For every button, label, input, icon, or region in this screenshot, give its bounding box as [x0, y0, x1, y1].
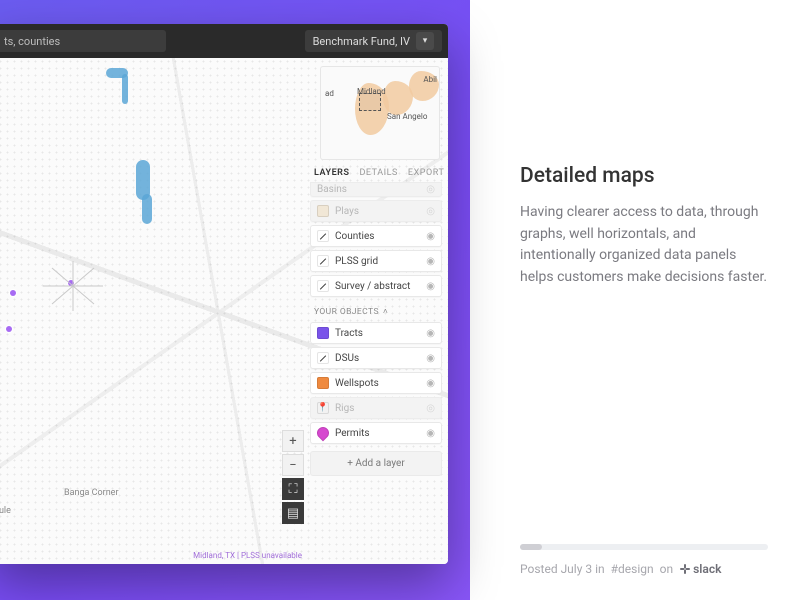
map-place-label: Tule [0, 506, 11, 516]
eye-icon[interactable]: ◉ [426, 256, 435, 267]
well-dot [10, 290, 16, 296]
article-footer: Posted July 3 in #design on slack [520, 544, 768, 576]
search-placeholder: ts, counties [4, 35, 60, 48]
layer-label: Tracts [335, 328, 363, 339]
water-shape [122, 74, 128, 104]
layer-label: Permits [335, 428, 370, 439]
map-canvas[interactable]: Banga Corner Tule ad Midland Abil San An… [0, 58, 448, 564]
panel-tabs: LAYERS DETAILS EXPORT [310, 166, 442, 182]
slack-logo[interactable]: slack [679, 562, 721, 576]
layers-panel: LAYERS DETAILS EXPORT Basins ◎ Plays ◎ [310, 166, 442, 556]
search-input[interactable]: ts, counties [0, 30, 166, 52]
app-main: Banga Corner Tule ad Midland Abil San An… [0, 58, 448, 564]
map-status-footer: Midland, TX | PLSS unavailable [193, 551, 302, 560]
slack-icon [679, 563, 691, 575]
swatch-icon [317, 205, 329, 217]
pin-icon: 📍 [317, 402, 329, 414]
well-dot [6, 326, 12, 332]
progress-fill [520, 544, 542, 550]
eye-icon[interactable]: ◉ [426, 328, 435, 339]
add-layer-button[interactable]: + Add a layer [310, 451, 442, 476]
layer-row-survey[interactable]: Survey / abstract ◉ [310, 275, 442, 297]
fund-select[interactable]: Benchmark Fund, IV ▾ [305, 30, 442, 52]
layer-row-plays[interactable]: Plays ◎ [310, 200, 442, 222]
layers-toggle-button[interactable]: ▤ [282, 502, 304, 524]
layer-row-plss[interactable]: PLSS grid ◉ [310, 250, 442, 272]
eye-off-icon[interactable]: ◎ [426, 206, 435, 217]
layer-row-rigs[interactable]: 📍 Rigs ◎ [310, 397, 442, 419]
layer-label: Survey / abstract [335, 281, 410, 292]
layers-list: Basins ◎ Plays ◎ Counties ◉ [310, 182, 442, 476]
eye-icon[interactable]: ◉ [426, 428, 435, 439]
map-tools: + − ⛶ ▤ [282, 430, 304, 524]
fullscreen-button[interactable]: ⛶ [282, 478, 304, 500]
eye-icon[interactable]: ◉ [426, 353, 435, 364]
posted-prefix: Posted July 3 in [520, 562, 605, 576]
section-your-objects[interactable]: YOUR OBJECTS ˄ [310, 300, 442, 319]
swatch-icon [317, 280, 329, 292]
eye-icon[interactable]: ◉ [426, 281, 435, 292]
slack-word: slack [693, 562, 721, 576]
chevron-up-icon: ˄ [383, 306, 388, 317]
minimap[interactable]: ad Midland Abil San Angelo [320, 66, 440, 160]
eye-off-icon[interactable]: ◎ [426, 184, 435, 195]
eye-icon[interactable]: ◉ [426, 378, 435, 389]
layer-row-permits[interactable]: Permits ◉ [310, 422, 442, 444]
swatch-icon [317, 352, 329, 364]
minimap-label: ad [325, 89, 334, 98]
layer-label: Counties [335, 231, 374, 242]
layer-label: Basins [317, 184, 347, 195]
article-title: Detailed maps [520, 164, 768, 188]
article-body: Having clearer access to data, through g… [520, 202, 768, 289]
layer-label: PLSS grid [335, 256, 378, 267]
gradient-panel: ts, counties Benchmark Fund, IV ▾ [0, 0, 470, 600]
eye-icon[interactable]: ◉ [426, 231, 435, 242]
layer-row-counties[interactable]: Counties ◉ [310, 225, 442, 247]
chevron-down-icon: ▾ [416, 32, 434, 50]
layer-row-tracts[interactable]: Tracts ◉ [310, 322, 442, 344]
pin-icon [315, 425, 332, 442]
well-horizontals-icon [38, 256, 108, 316]
layer-label: DSUs [335, 353, 359, 364]
minimap-label: San Angelo [387, 112, 427, 121]
posted-on: on [660, 562, 673, 576]
map-place-label: Banga Corner [64, 488, 119, 498]
section-label: YOUR OBJECTS [314, 307, 379, 317]
zoom-out-button[interactable]: − [282, 454, 304, 476]
tab-details[interactable]: DETAILS [359, 168, 397, 178]
water-shape [142, 194, 152, 224]
minimap-label: Abil [423, 75, 437, 84]
layer-label: Wellspots [335, 378, 379, 389]
layer-row-basins[interactable]: Basins ◎ [310, 182, 442, 197]
tab-layers[interactable]: LAYERS [314, 168, 349, 178]
minimap-label: Midland [357, 87, 386, 96]
fund-select-value: Benchmark Fund, IV [313, 35, 410, 48]
swatch-icon [317, 255, 329, 267]
swatch-icon [317, 377, 329, 389]
swatch-icon [317, 230, 329, 242]
layer-label: Rigs [335, 403, 354, 414]
app-topbar: ts, counties Benchmark Fund, IV ▾ [0, 24, 448, 58]
zoom-in-button[interactable]: + [282, 430, 304, 452]
layer-row-dsus[interactable]: DSUs ◉ [310, 347, 442, 369]
layer-row-wellspots[interactable]: Wellspots ◉ [310, 372, 442, 394]
posted-channel[interactable]: #design [611, 562, 654, 576]
eye-off-icon[interactable]: ◎ [426, 403, 435, 414]
app-window: ts, counties Benchmark Fund, IV ▾ [0, 24, 448, 564]
layer-label: Plays [335, 206, 359, 217]
article-column: Detailed maps Having clearer access to d… [470, 0, 800, 600]
progress-bar[interactable] [520, 544, 768, 550]
tab-export[interactable]: EXPORT [408, 168, 444, 178]
swatch-icon [317, 327, 329, 339]
posted-line: Posted July 3 in #design on slack [520, 562, 768, 576]
